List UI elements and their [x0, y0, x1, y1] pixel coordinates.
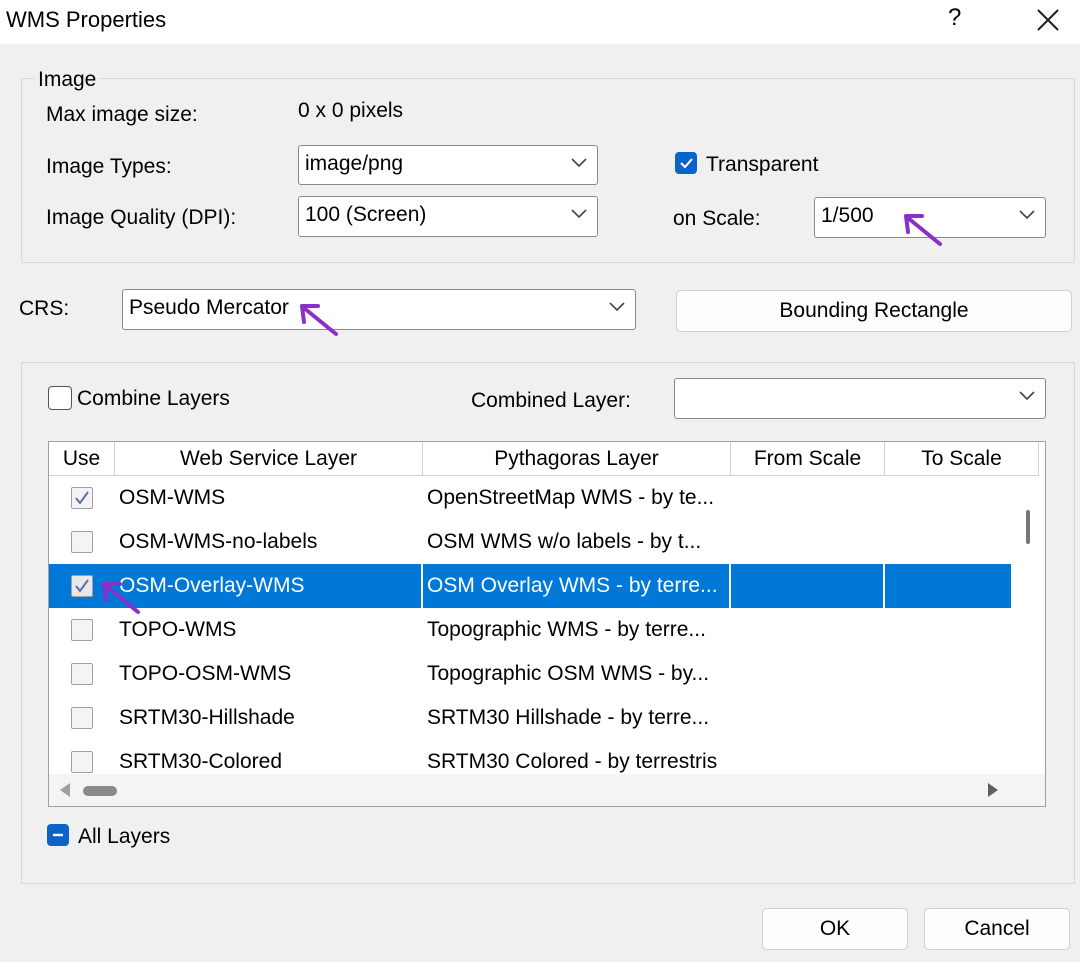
crs-value: Pseudo Mercator: [129, 296, 289, 319]
use-checkbox[interactable]: [71, 663, 93, 685]
combine-layers-label: Combine Layers: [77, 387, 230, 410]
pythagoras-layer-cell: Topographic OSM WMS - by...: [427, 662, 710, 685]
use-checkbox[interactable]: [71, 575, 93, 597]
table-row[interactable]: OSM-WMS-no-labels OSM WMS w/o labels - by…: [49, 520, 1011, 564]
annotation-arrow-icon: [904, 214, 942, 246]
web-service-layer-cell: OSM-WMS: [119, 486, 226, 509]
checkmark-icon: [680, 158, 693, 169]
use-checkbox[interactable]: [71, 707, 93, 729]
web-service-layer-cell: TOPO-OSM-WMS: [119, 662, 292, 685]
use-checkbox[interactable]: [71, 619, 93, 641]
help-button[interactable]: ?: [948, 4, 961, 32]
horizontal-scrollbar[interactable]: [49, 774, 1045, 806]
transparent-label: Transparent: [706, 153, 819, 176]
image-types-dropdown[interactable]: image/png: [298, 145, 598, 185]
table-row[interactable]: SRTM30-Hillshade SRTM30 Hillshade - by te…: [49, 696, 1011, 740]
chevron-down-icon: [609, 302, 625, 312]
checkmark-icon: [75, 491, 89, 505]
column-separator: [883, 564, 885, 608]
use-checkbox[interactable]: [71, 487, 93, 509]
cancel-button[interactable]: Cancel: [924, 908, 1070, 950]
layers-list[interactable]: Use Web Service Layer Pythagoras Layer F…: [48, 441, 1046, 807]
chevron-down-icon: [1019, 391, 1035, 401]
table-row[interactable]: TOPO-WMS Topographic WMS - by terre...: [49, 608, 1011, 652]
close-icon[interactable]: [1034, 2, 1062, 36]
table-row[interactable]: OSM-Overlay-WMS OSM Overlay WMS - by terr…: [49, 564, 1011, 608]
vertical-scrollbar[interactable]: [1011, 476, 1045, 774]
vertical-scroll-thumb[interactable]: [1026, 510, 1030, 544]
all-layers-checkbox[interactable]: [47, 824, 69, 846]
all-layers-label: All Layers: [78, 825, 171, 848]
annotation-arrow-icon: [300, 304, 338, 336]
indeterminate-icon: [53, 833, 63, 837]
web-service-layer-cell: SRTM30-Colored: [119, 750, 283, 773]
column-header-to-scale[interactable]: To Scale: [885, 442, 1039, 476]
chevron-down-icon: [571, 158, 587, 168]
table-row[interactable]: OSM-WMS OpenStreetMap WMS - by te...: [49, 476, 1011, 520]
web-service-layer-cell: OSM-Overlay-WMS: [119, 574, 305, 597]
pythagoras-layer-cell: OSM WMS w/o labels - by t...: [427, 530, 702, 553]
pythagoras-layer-cell: SRTM30 Hillshade - by terre...: [427, 706, 710, 729]
table-row[interactable]: TOPO-OSM-WMS Topographic OSM WMS - by...: [49, 652, 1011, 696]
combine-layers-checkbox[interactable]: [48, 386, 72, 410]
scroll-left-icon[interactable]: [59, 782, 71, 798]
image-group-legend: Image: [35, 68, 100, 92]
max-image-size-value: 0 x 0 pixels: [298, 99, 404, 122]
column-separator: [729, 564, 731, 608]
pythagoras-layer-cell: OpenStreetMap WMS - by te...: [427, 486, 715, 509]
web-service-layer-cell: OSM-WMS-no-labels: [119, 530, 318, 553]
scroll-right-icon[interactable]: [987, 782, 999, 798]
window-title: WMS Properties: [6, 7, 167, 32]
web-service-layer-cell: SRTM30-Hillshade: [119, 706, 295, 729]
crs-dropdown[interactable]: Pseudo Mercator: [122, 289, 636, 330]
image-types-label: Image Types:: [46, 155, 172, 178]
use-checkbox[interactable]: [71, 531, 93, 553]
column-separator: [421, 564, 423, 608]
pythagoras-layer-cell: Topographic WMS - by terre...: [427, 618, 706, 641]
image-quality-label: Image Quality (DPI):: [46, 206, 237, 229]
horizontal-scroll-thumb[interactable]: [83, 786, 117, 796]
on-scale-value: 1/500: [821, 204, 874, 227]
image-quality-dropdown[interactable]: 100 (Screen): [298, 196, 598, 237]
web-service-layer-cell: TOPO-WMS: [119, 618, 237, 641]
on-scale-label: on Scale:: [673, 207, 761, 230]
chevron-down-icon: [571, 209, 587, 219]
max-image-size-label: Max image size:: [46, 103, 198, 126]
crs-label: CRS:: [19, 297, 70, 320]
column-header-use[interactable]: Use: [49, 442, 115, 476]
ok-button[interactable]: OK: [762, 908, 908, 950]
use-checkbox[interactable]: [71, 751, 93, 773]
checkmark-icon: [75, 579, 89, 593]
pythagoras-layer-cell: OSM Overlay WMS - by terre...: [427, 574, 718, 597]
bounding-rectangle-button[interactable]: Bounding Rectangle: [676, 290, 1072, 332]
combined-layer-label: Combined Layer:: [471, 389, 631, 412]
pythagoras-layer-cell: SRTM30 Colored - by terrestris: [427, 750, 718, 773]
transparent-checkbox[interactable]: [675, 152, 697, 174]
image-types-value: image/png: [305, 152, 404, 175]
image-quality-value: 100 (Screen): [305, 203, 427, 226]
chevron-down-icon: [1019, 210, 1035, 220]
column-header-web-service-layer[interactable]: Web Service Layer: [115, 442, 423, 476]
annotation-arrow-icon: [102, 582, 140, 614]
combined-layer-dropdown[interactable]: [674, 378, 1046, 419]
column-header-from-scale[interactable]: From Scale: [731, 442, 885, 476]
column-header-pythagoras-layer[interactable]: Pythagoras Layer: [423, 442, 731, 476]
